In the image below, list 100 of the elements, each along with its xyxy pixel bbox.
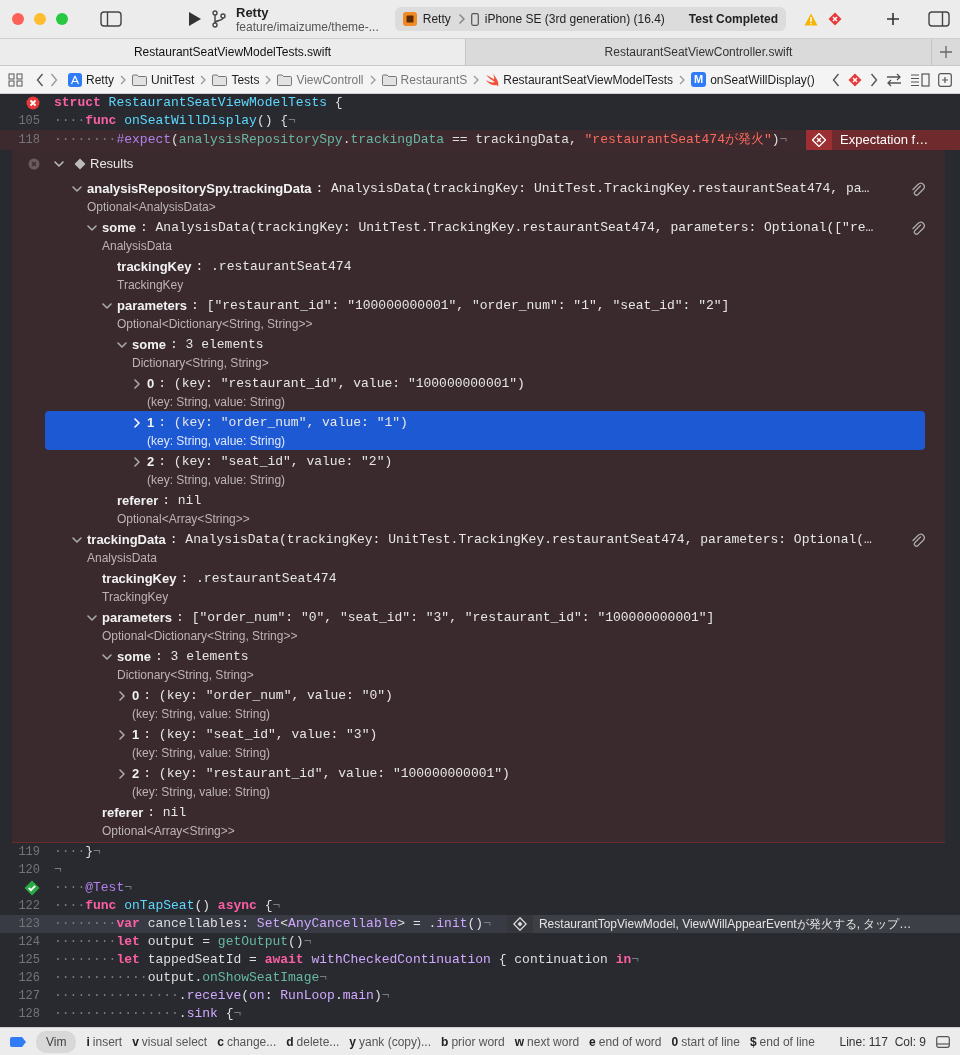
result-row[interactable]: 2 : (key: "restaurant_id", value: "100000000001") (key: String, value: String) xyxy=(45,762,925,801)
disclosure-chevron-icon[interactable] xyxy=(132,418,142,428)
chevron-icon xyxy=(473,74,480,85)
error-icon[interactable] xyxy=(26,96,40,110)
result-name: 0 xyxy=(147,375,155,394)
result-type: (key: String, value: String) xyxy=(146,433,287,450)
disclosure-chevron-icon[interactable] xyxy=(102,652,112,662)
result-name: 2 xyxy=(147,453,155,472)
back-icon[interactable] xyxy=(36,72,44,87)
scheme-name[interactable]: Retty xyxy=(422,10,451,28)
window-close-button[interactable] xyxy=(12,13,24,25)
result-type: Optional<Dictionary<String, String>> xyxy=(101,628,299,645)
previous-issue-icon[interactable] xyxy=(832,72,840,87)
paperclip-icon[interactable] xyxy=(911,182,925,196)
shortcut-hint: d delete... xyxy=(286,1033,340,1051)
result-type: (key: String, value: String) xyxy=(131,784,272,801)
run-icon[interactable] xyxy=(188,11,202,27)
disclosure-chevron-icon[interactable] xyxy=(87,613,97,623)
chevron-icon xyxy=(369,74,376,85)
disclosure-chevron-icon[interactable] xyxy=(117,340,127,350)
result-name: 0 xyxy=(132,687,140,706)
device-name[interactable]: iPhone SE (3rd generation) (16.4) xyxy=(484,10,665,28)
shortcut-hint: w next word xyxy=(514,1033,580,1051)
inspector-toggle-icon[interactable] xyxy=(928,11,950,27)
editor-tab[interactable]: RestaurantSeatViewController.swift xyxy=(466,39,932,65)
disclosure-chevron-icon[interactable] xyxy=(117,769,127,779)
line-number: 128 xyxy=(18,1006,40,1023)
result-type: AnalysisData xyxy=(101,238,174,255)
breadcrumb-item[interactable]: Retty xyxy=(68,70,114,89)
grid-icon[interactable] xyxy=(8,72,24,87)
result-row[interactable]: trackingKey : .restaurantSeat474 TrackingKey xyxy=(45,255,925,294)
add-icon[interactable] xyxy=(886,12,900,26)
results-title: Results xyxy=(90,154,134,173)
result-name: some xyxy=(132,336,166,355)
disclosure-chevron-icon[interactable] xyxy=(87,223,97,233)
app-icon xyxy=(402,12,417,26)
code-line: ····@Test¬ xyxy=(53,879,133,898)
disclosure-chevron-icon[interactable] xyxy=(72,535,82,545)
swift-icon xyxy=(485,73,500,86)
result-row[interactable]: trackingData : AnalysisData(trackingKey: UnitTest.TrackingKey.restaurantSeat474, parameters: Optional(… AnalysisData xyxy=(45,528,925,567)
result-type: TrackingKey xyxy=(116,277,185,294)
disclosure-chevron-icon[interactable] xyxy=(132,457,142,467)
sidebar-toggle-icon[interactable] xyxy=(100,11,122,27)
disclosure-chevron-icon[interactable] xyxy=(117,691,127,701)
forward-icon[interactable] xyxy=(50,72,58,87)
paperclip-icon[interactable] xyxy=(911,221,925,235)
line-number: 127 xyxy=(18,988,40,1005)
cursor-position: Line: 117 Col: 9 xyxy=(839,1033,926,1051)
add-tab-icon[interactable] xyxy=(940,46,952,58)
next-issue-icon[interactable] xyxy=(870,72,878,87)
swap-arrows-icon[interactable] xyxy=(886,72,902,87)
error-message[interactable]: Expectation f… xyxy=(832,130,960,150)
code-line: ····}¬ xyxy=(53,843,101,862)
test-passed-icon[interactable] xyxy=(24,880,40,896)
shortcut-hint: b prior word xyxy=(441,1033,505,1051)
result-type: TrackingKey xyxy=(101,589,170,606)
add-editor-icon[interactable] xyxy=(938,72,952,87)
disclosure-chevron-icon[interactable] xyxy=(132,379,142,389)
result-row[interactable]: 2 : (key: "seat_id", value: "2") (key: String, value: String) xyxy=(45,450,925,489)
error-icon[interactable] xyxy=(812,133,826,147)
result-row[interactable]: some : 3 elements Dictionary<String, String> xyxy=(45,333,925,372)
lines-icon[interactable] xyxy=(910,72,930,87)
result-value: : AnalysisData(trackingKey: UnitTest.TrackingKey.restaurantSeat474, pa… xyxy=(315,180,870,199)
breadcrumb-item[interactable]: ViewControll xyxy=(277,70,364,89)
result-row[interactable]: analysisRepositorySpy.trackingData : AnalysisData(trackingKey: UnitTest.TrackingKey.restaurantSeat474, pa… Optional<AnalysisData> xyxy=(45,177,925,216)
chevron-icon[interactable] xyxy=(54,158,64,169)
result-row[interactable]: referer : nil Optional<Array<String>> xyxy=(45,801,925,840)
breadcrumb-item[interactable]: M onSeatWillDisplay() xyxy=(691,70,815,89)
result-value: : (key: "restaurant_id", value: "100000000001") xyxy=(158,375,525,394)
result-row[interactable]: parameters : ["order_num": "0", "seat_id": "3", "restaurant_id": "100000000001"] Optional<Dictionary<String, String>> xyxy=(45,606,925,645)
line-number: 105 xyxy=(18,113,40,130)
disclosure-chevron-icon[interactable] xyxy=(102,301,112,311)
result-name: parameters xyxy=(117,297,188,316)
result-value: : 3 elements xyxy=(169,336,264,355)
result-row[interactable]: 0 : (key: "order_num", value: "0") (key: String, value: String) xyxy=(45,684,925,723)
code-line: ········let output = getOutput()¬ xyxy=(53,933,312,952)
disclosure-chevron-icon[interactable] xyxy=(72,184,82,194)
line-number: 118 xyxy=(18,132,40,149)
vim-mode-indicator: Vim xyxy=(36,1030,77,1053)
result-type: AnalysisData xyxy=(86,550,159,567)
result-row[interactable]: some : AnalysisData(trackingKey: UnitTest.TrackingKey.restaurantSeat474, parameters: Optional(["re… AnalysisData xyxy=(45,216,925,255)
project-name: Retty xyxy=(236,4,270,20)
breadcrumb-item[interactable]: RestaurantS xyxy=(381,70,468,89)
result-row[interactable]: parameters : ["restaurant_id": "100000000001", "order_num": "1", "seat_id": "2"] Optional<Dictionary<String, String>> xyxy=(45,294,925,333)
panel-toggle-icon[interactable] xyxy=(936,1035,950,1048)
result-row[interactable]: 1 : (key: "order_num", value: "1") (key: String, value: String) xyxy=(45,411,925,450)
result-name: trackingKey xyxy=(117,258,192,277)
disclosure-chevron-icon[interactable] xyxy=(117,730,127,740)
chevron-icon xyxy=(265,74,272,85)
breadcrumb-item[interactable]: Tests xyxy=(212,70,260,89)
breadcrumb-item[interactable]: UnitTest xyxy=(132,70,195,89)
editor-tab[interactable]: RestaurantSeatViewModelTests.swift xyxy=(0,39,466,65)
breadcrumb-item[interactable]: RestaurantSeatViewModelTests xyxy=(485,70,674,89)
result-row[interactable]: 0 : (key: "restaurant_id", value: "100000000001") (key: String, value: String) xyxy=(45,372,925,411)
result-row[interactable]: 1 : (key: "seat_id", value: "3") (key: String, value: String) xyxy=(45,723,925,762)
result-row[interactable]: trackingKey : .restaurantSeat474 TrackingKey xyxy=(45,567,925,606)
paperclip-icon[interactable] xyxy=(911,533,925,547)
result-row[interactable]: referer : nil Optional<Array<String>> xyxy=(45,489,925,528)
result-row[interactable]: some : 3 elements Dictionary<String, String> xyxy=(45,645,925,684)
test-annotation[interactable]: RestaurantTopViewModel, ViewWillAppearEventが発火する, タップ… xyxy=(506,915,960,933)
